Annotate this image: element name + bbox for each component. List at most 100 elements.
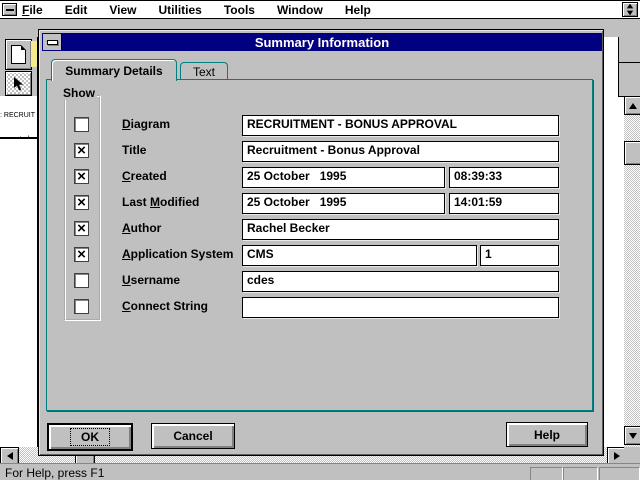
vertical-scroll-thumb[interactable] [624, 141, 640, 165]
status-panel-1 [530, 467, 563, 480]
connect-string-field[interactable] [242, 297, 559, 318]
dialog-title: Summary Information [42, 35, 602, 50]
scroll-down-button[interactable] [624, 426, 640, 445]
checkmark: × [77, 171, 86, 182]
arrow-right-icon [614, 452, 620, 460]
last-modified-checkbox[interactable]: × [74, 195, 89, 210]
created-date-field[interactable]: 25 October 1995 [242, 167, 445, 188]
diagram-canvas-left [0, 139, 37, 447]
title-field[interactable]: Recruitment - Bonus Approval [242, 141, 559, 162]
palette-divider [618, 62, 640, 63]
label-mnemonic: A [122, 221, 131, 235]
application-system-name-field[interactable]: CMS [242, 245, 477, 266]
child-restore-button[interactable] [622, 2, 638, 17]
created-time-field[interactable]: 08:39:33 [449, 167, 559, 188]
menubar: File Edit View Utilities Tools Window He… [0, 1, 640, 19]
menu-items: File Edit View Utilities Tools Window He… [22, 3, 371, 17]
child-system-menu-button[interactable] [2, 3, 17, 16]
menu-help[interactable]: Help [345, 3, 371, 17]
label-post: reated [131, 169, 167, 183]
label-post: onnect String [131, 299, 208, 313]
new-document-icon [11, 45, 26, 64]
label-post: pplication System [131, 247, 234, 261]
last-modified-date-field[interactable]: 25 October 1995 [242, 193, 445, 214]
status-panel-3 [599, 467, 640, 480]
diagram-text-fragments: : RECRUIT e created: e last modi hor: Ra… [0, 96, 37, 139]
application-system-label: Application System [122, 247, 233, 261]
field-value: 14:01:59 [454, 195, 502, 209]
last-modified-time-field[interactable]: 14:01:59 [449, 193, 559, 214]
cancel-button[interactable]: Cancel [151, 423, 235, 449]
arrow-down-icon [629, 433, 637, 439]
username-field[interactable]: cdes [242, 271, 559, 292]
fragment-line: : RECRUIT [0, 112, 37, 120]
menu-view[interactable]: View [109, 3, 136, 17]
title-checkbox[interactable]: × [74, 143, 89, 158]
connect-string-checkbox[interactable] [74, 299, 89, 314]
checkmark: × [77, 249, 86, 260]
label-post: uthor [131, 221, 162, 235]
checkmark: × [77, 223, 86, 234]
scroll-up-button[interactable] [624, 96, 640, 115]
last-modified-label: Last Modified [122, 195, 199, 209]
statusbar: For Help, press F1 [0, 463, 640, 480]
label-post: odified [160, 195, 199, 209]
open-tool-button-sliver[interactable] [31, 41, 37, 67]
ok-button-label: OK [70, 428, 110, 446]
application-system-checkbox[interactable]: × [74, 247, 89, 262]
label-post: Title [122, 143, 146, 157]
connect-string-label: Connect String [122, 299, 208, 313]
child-system-menu-icon [6, 9, 14, 11]
field-value: 1 [485, 247, 492, 261]
created-checkbox[interactable]: × [74, 169, 89, 184]
palette-block [618, 37, 640, 97]
label-mnemonic: U [122, 273, 131, 287]
label-pre: Last [122, 195, 150, 209]
menu-utilities[interactable]: Utilities [159, 3, 202, 17]
menu-window[interactable]: Window [277, 3, 323, 17]
diagram-checkbox[interactable] [74, 117, 89, 132]
summary-details-panel: Show Diagram RECRUITMENT - BONUS APPROVA… [46, 79, 593, 411]
ok-button[interactable]: OK [47, 423, 133, 451]
field-value: 25 October 1995 [247, 195, 346, 209]
arrow-up-icon [629, 103, 637, 109]
menu-edit[interactable]: Edit [65, 3, 88, 17]
menu-file[interactable]: File [22, 3, 43, 17]
diagram-field[interactable]: RECRUITMENT - BONUS APPROVAL [242, 115, 559, 136]
child-restore-up-icon [627, 4, 633, 9]
label-mnemonic: D [122, 117, 131, 131]
label-mnemonic: C [122, 169, 131, 183]
scrollbar-corner [624, 447, 640, 463]
label-mnemonic: C [122, 299, 131, 313]
menu-tools[interactable]: Tools [224, 3, 255, 17]
vertical-scrollbar[interactable] [624, 96, 640, 447]
diagram-canvas-right [604, 37, 624, 447]
help-button[interactable]: Help [506, 422, 588, 447]
tab-label: Summary Details [65, 64, 162, 78]
label-mnemonic: M [150, 195, 160, 209]
app-window: Entity Relationship Diagrammer CMS (1) -… [0, 0, 640, 480]
author-field[interactable]: Rachel Becker [242, 219, 559, 240]
author-label: Author [122, 221, 161, 235]
field-value: 25 October 1995 [247, 169, 346, 183]
label-post: iagram [131, 117, 170, 131]
username-checkbox[interactable] [74, 273, 89, 288]
help-button-label: Help [534, 428, 560, 442]
dialog-titlebar[interactable]: Summary Information [42, 33, 602, 51]
show-group-label: Show [61, 86, 97, 100]
tab-label: Text [193, 65, 215, 79]
tab-summary-details[interactable]: Summary Details [51, 59, 177, 81]
created-label: Created [122, 169, 167, 183]
pointer-tool-button[interactable] [5, 71, 32, 96]
field-value: Recruitment - Bonus Approval [247, 143, 420, 157]
child-restore-down-icon [627, 11, 633, 16]
checkmark: × [77, 145, 86, 156]
toolbar: : RECRUIT e created: e last modi hor: Ra… [0, 37, 38, 447]
status-message: For Help, press F1 [5, 466, 104, 480]
field-value: Rachel Becker [247, 221, 330, 235]
author-checkbox[interactable]: × [74, 221, 89, 236]
field-value: 08:39:33 [454, 169, 502, 183]
new-diagram-button[interactable] [5, 39, 32, 70]
application-system-version-field[interactable]: 1 [480, 245, 559, 266]
label-mnemonic: A [122, 247, 131, 261]
